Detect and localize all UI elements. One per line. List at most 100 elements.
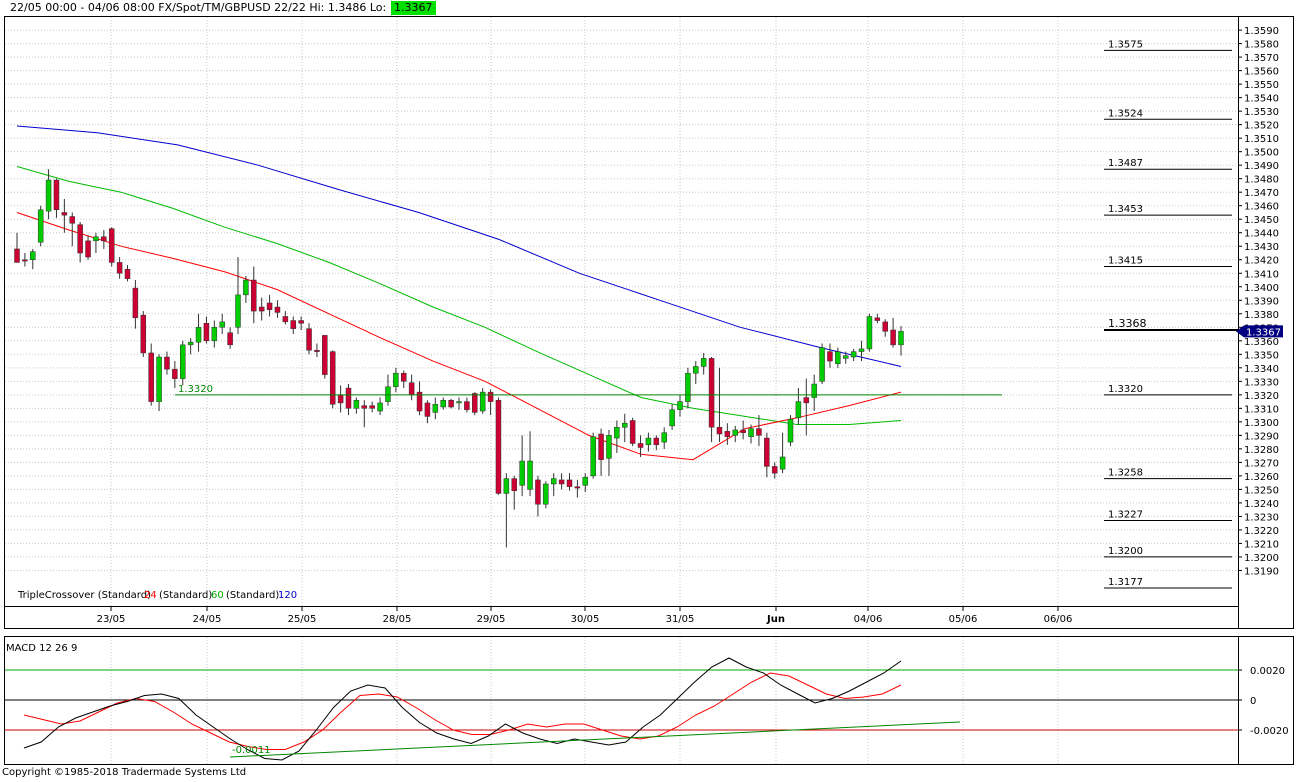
candle-body xyxy=(30,251,36,260)
ma24-line xyxy=(16,212,902,461)
candle-body xyxy=(764,437,770,467)
candle-body xyxy=(156,356,162,402)
support-line-label: 1.3320 xyxy=(178,384,213,395)
candle-body xyxy=(827,351,833,362)
candle xyxy=(566,473,573,491)
y-tick-label: 1.3190 xyxy=(1244,566,1279,577)
candle xyxy=(258,297,265,321)
candle-body xyxy=(101,236,107,242)
candle-body xyxy=(401,372,407,382)
candle xyxy=(408,374,415,401)
candle xyxy=(850,348,857,362)
candle-body xyxy=(306,328,312,351)
indicator-legend: TripleCrossover (Standard) 24 (Standard)… xyxy=(17,590,297,601)
y-tick-label: 1.3390 xyxy=(1244,296,1279,307)
y-tick-label: 1.3280 xyxy=(1244,445,1279,456)
candle-body xyxy=(779,456,786,470)
candle-body xyxy=(408,382,415,396)
candle xyxy=(377,397,383,416)
candle-body xyxy=(37,209,44,243)
candle-body xyxy=(266,302,273,310)
candle xyxy=(622,413,628,443)
x-tick-label: Jun xyxy=(766,614,785,625)
candle xyxy=(227,327,233,349)
candle-body xyxy=(693,366,699,374)
candle xyxy=(219,313,225,335)
candle xyxy=(298,316,304,330)
candle xyxy=(448,398,454,409)
candle xyxy=(77,221,83,263)
candle xyxy=(550,473,557,497)
macd-y-tick-label: 0 xyxy=(1250,696,1256,707)
candle-body xyxy=(85,240,91,258)
candle-body xyxy=(819,347,825,382)
price-panel-frame xyxy=(4,16,1294,629)
candle xyxy=(574,479,581,498)
candle xyxy=(874,313,881,324)
candle xyxy=(708,357,715,443)
price-chart[interactable]: 1.3320 1.31901.32001.32101.32201.32301.3… xyxy=(0,0,1298,782)
y-tick-label: 1.3530 xyxy=(1244,107,1279,118)
y-tick-label: 1.3270 xyxy=(1244,458,1279,469)
candle-body xyxy=(669,409,675,427)
legend-p3: 120 xyxy=(278,590,297,601)
y-tick-label: 1.3510 xyxy=(1244,134,1279,145)
candle-body xyxy=(432,404,439,413)
candle-body xyxy=(124,268,131,279)
y-tick-label: 1.3520 xyxy=(1244,121,1279,132)
candle-body xyxy=(535,479,541,505)
candle xyxy=(756,415,762,447)
y-tick-label: 1.3380 xyxy=(1244,310,1279,321)
candle-body xyxy=(843,355,849,359)
y-tick-label: 1.3300 xyxy=(1244,418,1279,429)
candle xyxy=(779,432,786,474)
candle-body xyxy=(108,228,115,263)
legend-mid1: (Standard) xyxy=(159,590,212,601)
x-tick-label: 05/06 xyxy=(949,614,978,625)
candle-body xyxy=(235,294,241,328)
price-level-label: 1.3575 xyxy=(1108,39,1143,50)
candle-body xyxy=(472,393,478,413)
candle-body xyxy=(898,331,904,346)
candle xyxy=(890,317,896,348)
candle xyxy=(424,400,431,424)
candle xyxy=(156,354,162,412)
candle-body xyxy=(132,287,139,319)
y-tick-label: 1.3310 xyxy=(1244,404,1279,415)
candle xyxy=(172,361,178,389)
candle-body xyxy=(140,314,147,354)
candle-body xyxy=(227,332,233,346)
current-price-label: 1.3367 xyxy=(1246,327,1281,338)
y-tick-label: 1.3540 xyxy=(1244,94,1279,105)
candle-body xyxy=(874,317,881,321)
candle-body xyxy=(771,466,778,474)
candle xyxy=(866,313,873,352)
candle-body xyxy=(61,212,68,216)
candle-body xyxy=(543,483,549,505)
candle-body xyxy=(511,478,517,491)
candle-body xyxy=(243,279,249,296)
candle xyxy=(369,401,375,413)
candle-body xyxy=(148,352,154,402)
candle-body xyxy=(598,433,604,460)
copyright-text: Copyright ©1985-2018 Tradermade Systems … xyxy=(2,767,247,778)
candle-body xyxy=(448,399,454,408)
candle xyxy=(479,388,486,414)
candle xyxy=(314,343,320,358)
candle-body xyxy=(582,476,589,486)
candle xyxy=(543,481,549,509)
price-level-label: 1.3453 xyxy=(1108,204,1143,215)
x-tick-label: 24/05 xyxy=(193,614,222,625)
candle xyxy=(693,361,699,385)
y-tick-label: 1.3290 xyxy=(1244,431,1279,442)
candle xyxy=(251,266,257,324)
price-axis: 1.3190 1.3200 1.3210 1.3220 1.3230 1.3240 1.32… xyxy=(1238,16,1279,628)
candle-body xyxy=(882,321,888,332)
candle-body xyxy=(787,418,794,443)
candle-body xyxy=(77,224,83,254)
macd-y-tick-label: -0.0020 xyxy=(1250,726,1289,737)
candle xyxy=(432,397,439,420)
candle xyxy=(101,230,107,249)
candle xyxy=(290,316,296,335)
candle xyxy=(124,265,131,282)
